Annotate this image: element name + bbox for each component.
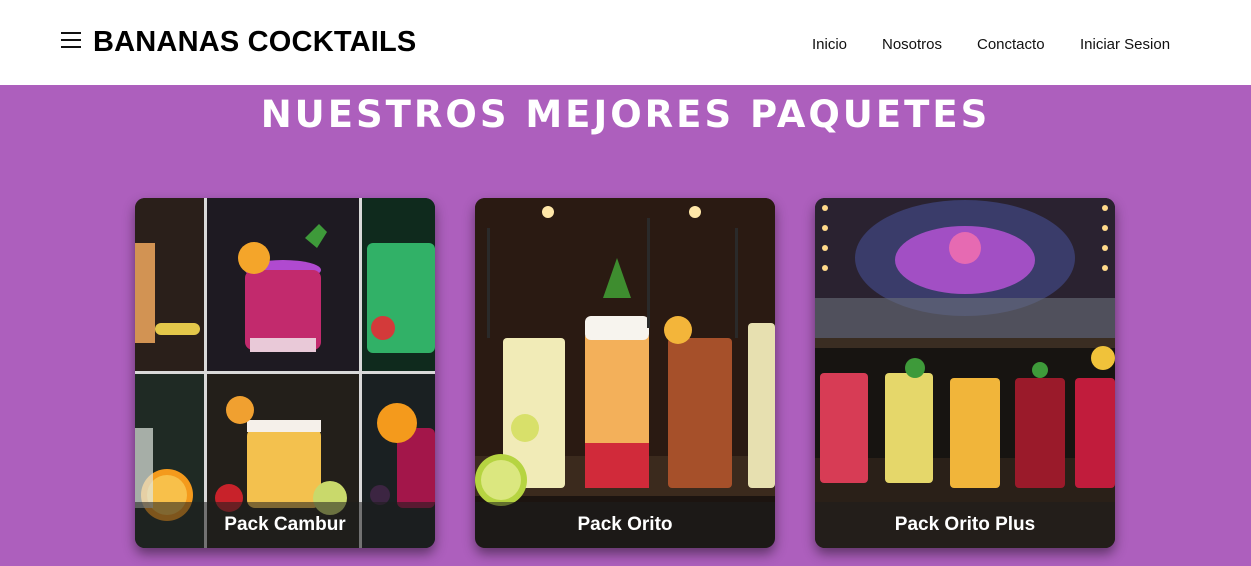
hamburger-menu-icon[interactable]: [61, 32, 81, 50]
nav-link-contacto[interactable]: Conctacto: [977, 36, 1045, 53]
nav-link-iniciar-sesion[interactable]: Iniciar Sesion: [1080, 36, 1170, 53]
section-title: NUESTROS MEJORES PAQUETES: [260, 93, 991, 136]
pack-card-title: Pack Orito Plus: [815, 502, 1115, 548]
nav-link-nosotros[interactable]: Nosotros: [882, 36, 942, 53]
nav-link-inicio[interactable]: Inicio: [812, 36, 847, 53]
brand-logo[interactable]: BANANAS COCKTAILS: [93, 26, 416, 59]
pack-card-orito[interactable]: Pack Orito: [475, 198, 775, 548]
pack-card-cambur[interactable]: Pack Cambur: [135, 198, 435, 548]
packs-section: NUESTROS MEJORES PAQUETES Pack Cambur Pa…: [0, 85, 1251, 566]
pack-cambur-image: [135, 198, 435, 548]
navbar: BANANAS COCKTAILS Inicio Nosotros Concta…: [0, 0, 1251, 85]
pack-orito-plus-image: [815, 198, 1115, 548]
pack-card-orito-plus[interactable]: Pack Orito Plus: [815, 198, 1115, 548]
pack-card-title: Pack Cambur: [135, 502, 435, 548]
pack-orito-image: [475, 198, 775, 548]
pack-card-title: Pack Orito: [475, 502, 775, 548]
